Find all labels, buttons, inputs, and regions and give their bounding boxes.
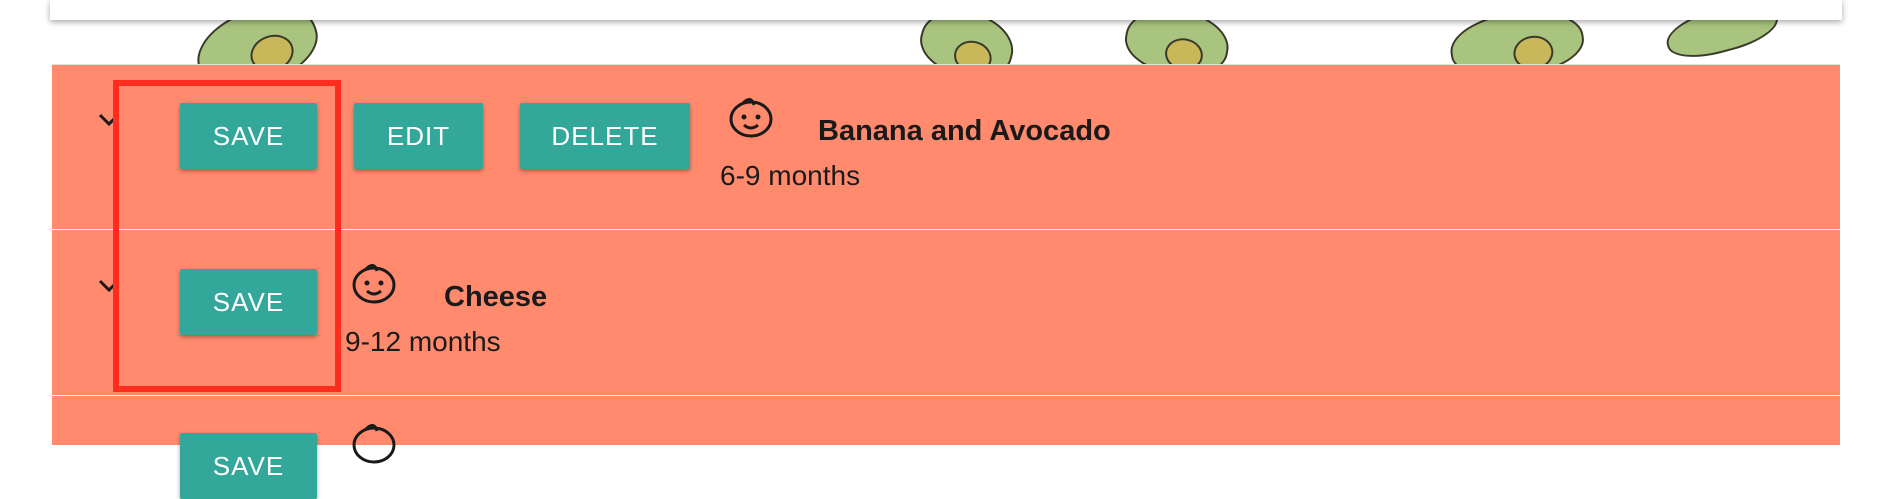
save-button[interactable]: SAVE bbox=[180, 433, 317, 499]
food-row: SAVE Cheese 9-12 months bbox=[52, 229, 1840, 396]
food-row: SAVE bbox=[52, 395, 1840, 499]
chevron-down-icon[interactable] bbox=[98, 109, 120, 131]
baby-face-icon bbox=[352, 424, 396, 464]
food-age-range: 6-9 months bbox=[720, 160, 861, 191]
food-age-range: 9-12 months bbox=[345, 326, 501, 357]
header-card bbox=[50, 0, 1842, 20]
food-name: Banana and Avocado bbox=[818, 115, 1111, 147]
save-button[interactable]: SAVE bbox=[180, 103, 317, 169]
food-row: SAVE EDIT DELETE Banana and Avocado 6-9 … bbox=[52, 65, 1840, 230]
delete-button[interactable]: DELETE bbox=[520, 103, 690, 169]
save-button[interactable]: SAVE bbox=[180, 269, 317, 335]
edit-button[interactable]: EDIT bbox=[354, 103, 483, 169]
chevron-down-icon[interactable] bbox=[98, 275, 120, 297]
food-list: SAVE EDIT DELETE Banana and Avocado 6-9 … bbox=[52, 64, 1840, 499]
baby-face-icon bbox=[729, 98, 773, 138]
baby-face-icon bbox=[352, 264, 396, 304]
food-name: Cheese bbox=[444, 281, 548, 313]
